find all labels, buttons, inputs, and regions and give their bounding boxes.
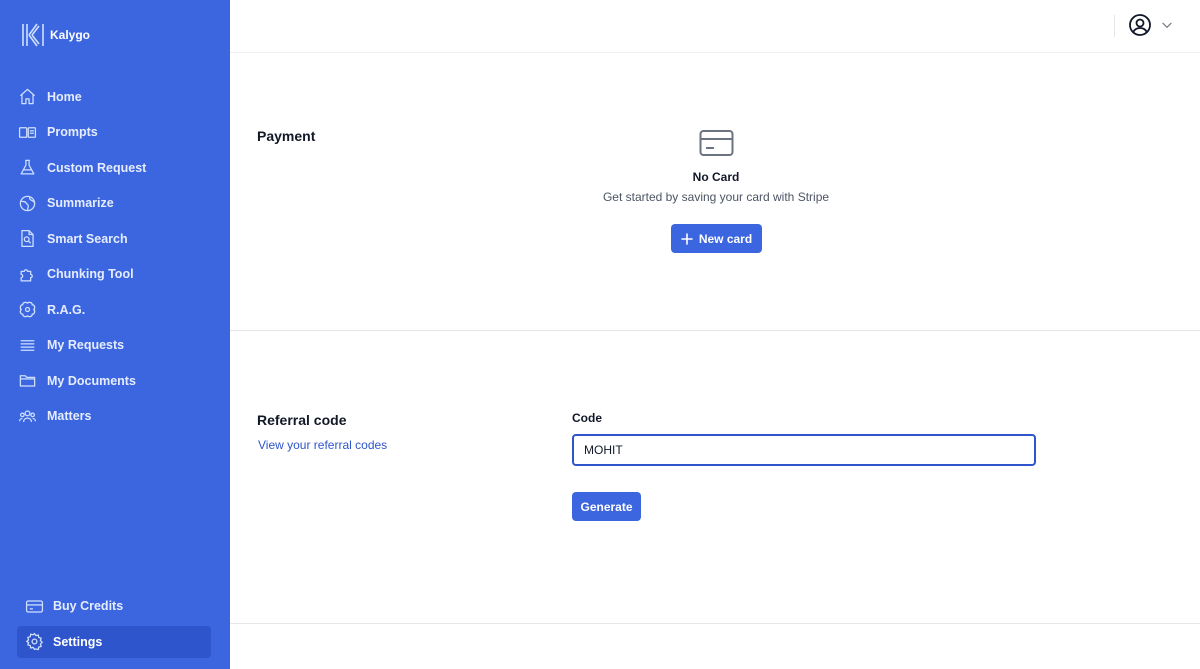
sidebar-item-label: My Requests (47, 338, 125, 353)
no-card-subtitle: Get started by saving your card with Str… (602, 190, 830, 204)
code-input[interactable] (572, 434, 1036, 466)
brain-icon (19, 301, 36, 318)
divider (1114, 15, 1115, 37)
sidebar-item-custom-request[interactable]: Custom Request (0, 150, 230, 186)
brand-name: Kalygo (50, 28, 91, 42)
sidebar-item-home[interactable]: Home (0, 79, 230, 115)
section-divider (230, 330, 1200, 331)
section-divider (230, 623, 1200, 624)
plus-icon (681, 232, 693, 245)
sidebar-item-label: Buy Credits (53, 599, 124, 613)
gear-icon (25, 632, 44, 651)
no-card-title: No Card (692, 170, 740, 184)
beaker-icon (20, 159, 35, 175)
sidebar-item-label: My Documents (47, 373, 136, 388)
new-card-button[interactable]: New card (671, 224, 762, 253)
sidebar-item-label: Smart Search (47, 231, 128, 246)
folder-icon (19, 375, 36, 387)
sidebar-item-matters[interactable]: Matters (0, 399, 230, 435)
sidebar-item-label: Custom Request (47, 160, 147, 175)
sidebar-item-settings[interactable]: Settings (17, 625, 211, 658)
view-referral-codes-link[interactable]: View your referral codes (258, 438, 387, 452)
sidebar-item-smart-search[interactable]: Smart Search (0, 221, 230, 257)
sidebar-nav: Home Prompts Custom Request Summarize Sm… (0, 79, 230, 434)
brand[interactable]: Kalygo (20, 22, 90, 48)
globe-icon (19, 195, 36, 212)
user-circle-icon (1129, 14, 1151, 36)
sidebar-item-summarize[interactable]: Summarize (0, 186, 230, 222)
referral-title: Referral code (257, 412, 347, 428)
list-icon (20, 339, 35, 351)
sidebar-item-my-documents[interactable]: My Documents (0, 363, 230, 399)
top-bar (230, 0, 1200, 53)
sidebar-item-buy-credits[interactable]: Buy Credits (17, 590, 211, 622)
credit-card-icon (699, 130, 734, 156)
chevron-down-icon (1162, 22, 1172, 29)
sidebar-item-chunking-tool[interactable]: Chunking Tool (0, 257, 230, 293)
sidebar-item-label: Chunking Tool (47, 267, 134, 282)
user-menu[interactable] (1128, 13, 1174, 37)
kalygo-logo-icon (22, 23, 44, 47)
sidebar-item-label: Summarize (47, 196, 114, 211)
payment-title: Payment (257, 128, 316, 144)
sidebar-item-label: R.A.G. (47, 302, 86, 317)
puzzle-icon (20, 268, 33, 282)
sidebar-item-label: Home (47, 89, 82, 104)
sidebar-item-label: Matters (47, 409, 92, 424)
generate-button[interactable]: Generate (572, 492, 641, 521)
sidebar: Kalygo Home Prompts Custom Request Summa… (0, 0, 230, 669)
new-card-label: New card (698, 231, 753, 246)
sidebar-item-prompts[interactable]: Prompts (0, 115, 230, 151)
sidebar-item-label: Settings (53, 634, 103, 649)
sidebar-item-label: Prompts (47, 125, 98, 140)
credit-card-icon (25, 599, 44, 613)
prompts-icon (18, 126, 37, 138)
home-icon (19, 88, 36, 105)
code-label: Code (572, 411, 602, 425)
document-search-icon (21, 230, 34, 248)
sidebar-item-my-requests[interactable]: My Requests (0, 328, 230, 364)
sidebar-item-rag[interactable]: R.A.G. (0, 292, 230, 328)
users-icon (18, 410, 37, 422)
sidebar-bottom-nav: Buy Credits Settings (17, 590, 211, 661)
